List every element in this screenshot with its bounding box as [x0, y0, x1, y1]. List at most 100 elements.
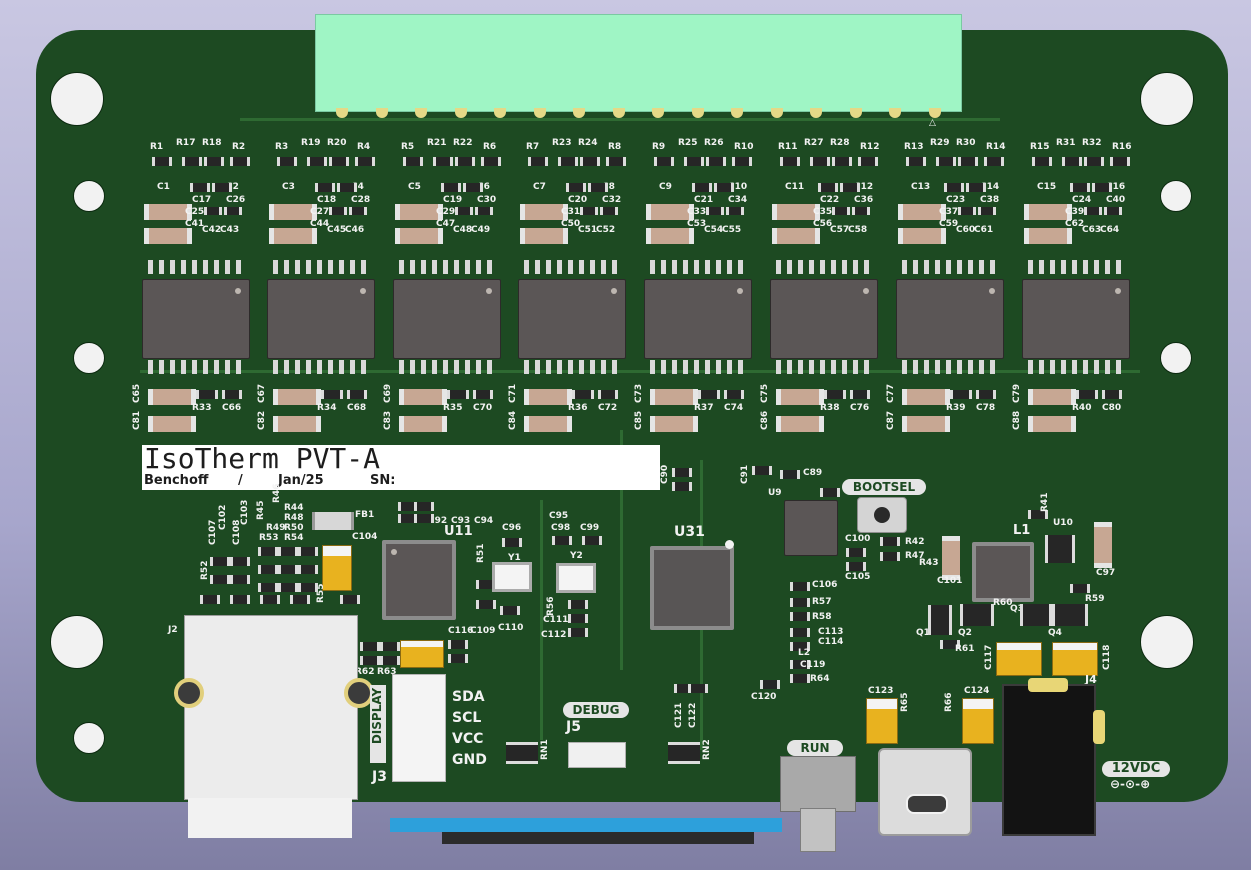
smd-component	[278, 583, 298, 592]
ethernet-jack-j2	[184, 615, 358, 800]
trace	[240, 118, 1000, 121]
resistor	[204, 157, 224, 166]
ref-resistor: R20	[327, 138, 347, 148]
smd-component	[790, 598, 810, 607]
ref-c119: C119	[800, 660, 826, 670]
display-label: DISPLAY	[370, 687, 384, 745]
ref-resistor: R15	[1030, 142, 1050, 152]
ic-pins-top	[148, 260, 242, 274]
ref-c99: C99	[580, 523, 600, 533]
ref-capacitor: C31	[561, 207, 581, 217]
smd-component	[298, 565, 318, 574]
ref-capacitor: C55	[722, 225, 742, 235]
resistor	[528, 157, 548, 166]
capacitor	[1102, 390, 1122, 399]
ref-c95: C95	[549, 511, 569, 521]
usb-c-connector	[878, 748, 972, 836]
capacitor	[395, 228, 443, 244]
edge-component	[390, 818, 782, 832]
resistor	[706, 157, 726, 166]
bootsel-button[interactable]	[857, 497, 907, 533]
smd-component	[360, 642, 380, 651]
smd-component	[258, 583, 278, 592]
ref-c105: C105	[845, 572, 871, 582]
ref-capacitor: C82	[257, 410, 267, 430]
ref-c107: C107	[208, 519, 218, 545]
ref-c96: C96	[502, 523, 522, 533]
smd-component	[414, 514, 434, 523]
tantalum-capacitor-c124	[962, 698, 994, 744]
ref-r42: R42	[905, 537, 925, 547]
resistor	[196, 390, 218, 399]
smd-component	[790, 612, 810, 621]
capacitor	[1070, 183, 1090, 192]
ref-resistor: R12	[860, 142, 880, 152]
ref-u10: U10	[1053, 518, 1073, 528]
resistor	[455, 157, 475, 166]
resistor	[984, 157, 1004, 166]
tantalum-capacitor-c104	[322, 545, 352, 591]
smd-component	[278, 565, 298, 574]
ref-capacitor: C84	[508, 410, 518, 430]
ic-pins-top	[399, 260, 493, 274]
capacitor	[329, 207, 347, 215]
ethernet-jack-front	[188, 798, 352, 838]
ref-resistor: R4	[357, 142, 371, 152]
ref-c98: C98	[551, 523, 571, 533]
small-hole	[1160, 180, 1192, 212]
resistor	[810, 157, 830, 166]
ref-capacitor: C34	[728, 195, 748, 205]
tantalum-capacitor-c123	[866, 698, 898, 744]
ref-capacitor: C63	[1082, 225, 1102, 235]
smd-component	[210, 575, 230, 584]
capacitor	[976, 390, 996, 399]
bootsel-label: BOOTSEL	[842, 479, 926, 495]
resistor	[698, 390, 720, 399]
terminal-pin	[454, 108, 467, 118]
ref-c121: C121	[674, 702, 684, 728]
smd-component	[780, 470, 800, 479]
transistor-q1	[928, 605, 952, 635]
resistor	[307, 157, 327, 166]
resistor	[654, 157, 674, 166]
resistor	[572, 390, 594, 399]
ref-capacitor: C37	[939, 207, 959, 217]
resistor	[433, 157, 453, 166]
capacitor	[580, 207, 598, 215]
ref-capacitor: C24	[1072, 195, 1092, 205]
ref-c120: C120	[751, 692, 777, 702]
debug-connector-j5	[568, 742, 626, 768]
ic-pins-top	[776, 260, 870, 274]
ref-capacitor: C51	[578, 225, 598, 235]
run-button[interactable]	[800, 808, 836, 852]
capacitor	[148, 389, 196, 405]
terminal-pin	[533, 108, 546, 118]
smd-component	[820, 488, 840, 497]
ref-resistor: R5	[401, 142, 415, 152]
ic-channel-adc	[393, 279, 501, 359]
smd-component	[414, 502, 434, 511]
ref-c97: C97	[1096, 568, 1116, 578]
resistor	[329, 157, 349, 166]
ref-capacitor: C13	[911, 182, 931, 192]
resistor	[858, 157, 878, 166]
terminal-pin	[691, 108, 704, 118]
ref-capacitor: C67	[257, 383, 267, 403]
jack-mount-pin-left	[174, 678, 204, 708]
capacitor	[190, 183, 210, 192]
ref-c112: C112	[541, 630, 567, 640]
ref-c102: C102	[218, 504, 228, 530]
terminal-pin	[375, 108, 388, 118]
ref-capacitor: C48	[453, 225, 473, 235]
smd-component	[230, 557, 250, 566]
ref-resistor: R22	[453, 138, 473, 148]
pin-label-vcc: VCC	[452, 731, 484, 747]
smd-component	[760, 680, 780, 689]
ref-rn1: RN1	[540, 739, 550, 760]
ref-capacitor: C46	[345, 225, 365, 235]
smd-component	[846, 562, 866, 571]
capacitor	[1104, 207, 1122, 215]
capacitor	[646, 228, 694, 244]
ref-j3: J3	[372, 769, 387, 785]
ic-u11-microcontroller	[382, 540, 456, 620]
